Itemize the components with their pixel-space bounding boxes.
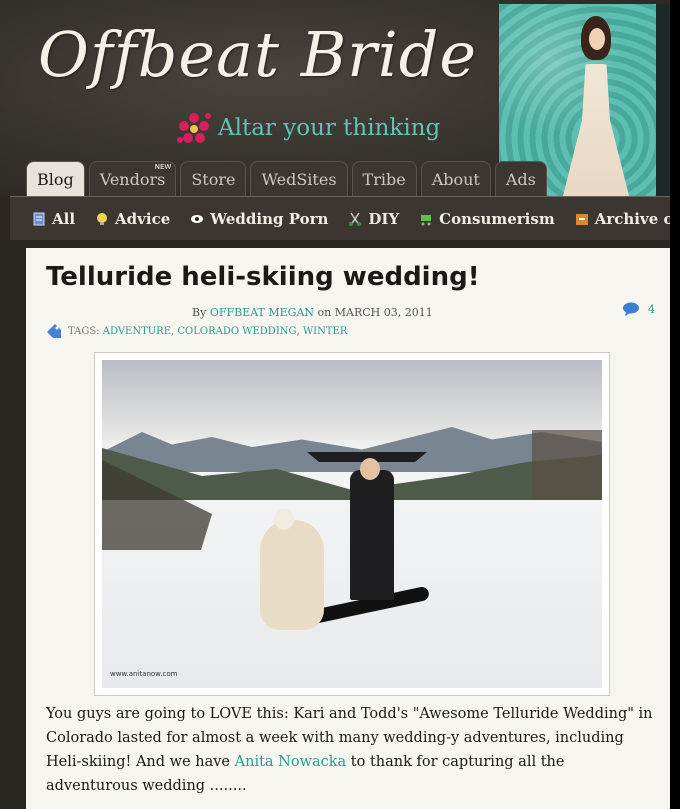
main-tabs: Blog Vendors NEW Store WedSites Tribe Abo… — [26, 161, 547, 196]
tab-label: Ads — [505, 169, 536, 189]
subnav-item-consumerism[interactable]: Consumerism — [419, 210, 555, 228]
lightbulb-icon — [97, 212, 108, 225]
tab-vendors[interactable]: Vendors NEW — [88, 161, 177, 196]
subnav-label: Wedding Porn — [210, 209, 329, 228]
eye-icon — [191, 214, 204, 223]
site-header: Offbeat Bride Altar your thinking Blog V… — [0, 0, 670, 196]
comment-count: 4 — [648, 302, 655, 316]
tab-label: Store — [191, 169, 236, 189]
author-link[interactable]: OFFBEAT MEGAN — [210, 306, 314, 319]
subnav-item-diy[interactable]: DIY — [348, 210, 399, 228]
photo-credit: www.anitanow.com — [110, 670, 178, 678]
tab-tribe[interactable]: Tribe — [351, 161, 417, 196]
post-date: on MARCH 03, 2011 — [317, 306, 433, 319]
tags-label: TAGS: — [68, 325, 100, 337]
archive-icon — [575, 213, 588, 225]
site-logo[interactable]: Offbeat Bride — [38, 18, 477, 91]
comments-link[interactable]: 4 — [622, 302, 655, 316]
tab-about[interactable]: About — [420, 161, 491, 196]
post-excerpt: You guys are going to LOVE this: Kari an… — [46, 702, 656, 798]
flower-icon — [177, 113, 211, 143]
tag-link[interactable]: COLORADO WEDDING — [177, 326, 296, 337]
subnav-item-wedding-porn[interactable]: Wedding Porn — [190, 210, 328, 228]
speech-bubble-icon — [623, 302, 639, 316]
byline-by: By — [192, 306, 207, 319]
cart-icon — [421, 214, 432, 225]
new-badge: NEW — [154, 163, 172, 171]
post-photo-frame: www.anitanow.com — [94, 352, 610, 696]
wedding-photo[interactable]: www.anitanow.com — [102, 360, 602, 688]
subnav-label: Archive of Awe — [594, 209, 670, 228]
tab-store[interactable]: Store — [180, 161, 247, 196]
tag-link[interactable]: WINTER — [303, 326, 347, 337]
subnav-label: All — [52, 209, 76, 228]
subnav-item-all[interactable]: All — [32, 210, 75, 228]
post-tags: TAGS: ADVENTURE, COLORADO WEDDING, WINTE… — [46, 324, 347, 338]
post-title[interactable]: Telluride heli-skiing wedding! — [46, 262, 480, 292]
tag-icon — [47, 324, 61, 338]
tab-label: Vendors — [99, 169, 166, 189]
subnav-label: Consumerism — [439, 209, 555, 228]
subnav-item-advice[interactable]: Advice — [95, 210, 170, 228]
scissors-icon — [349, 212, 362, 226]
tagline-group: Altar your thinking — [176, 110, 440, 146]
tag-link[interactable]: ADVENTURE — [103, 326, 171, 337]
tab-label: WedSites — [261, 169, 337, 189]
page-frame: Offbeat Bride Altar your thinking Blog V… — [0, 0, 670, 809]
category-nav: All Advice Wedding Porn DIY Consumerism … — [10, 196, 670, 240]
tab-label: About — [431, 169, 480, 189]
tab-ads[interactable]: Ads — [494, 161, 547, 196]
tab-label: Blog — [37, 169, 74, 189]
post-byline: By OFFBEAT MEGAN on MARCH 03, 2011 — [192, 306, 433, 319]
tab-label: Tribe — [362, 169, 406, 189]
subnav-item-archive[interactable]: Archive of Awe — [575, 210, 670, 228]
post-content: Telluride heli-skiing wedding! By OFFBEA… — [26, 248, 670, 809]
tab-wedsites[interactable]: WedSites — [250, 161, 348, 196]
document-icon — [33, 212, 45, 225]
subnav-label: DIY — [368, 209, 400, 228]
subnav-label: Advice — [115, 209, 171, 228]
photographer-link[interactable]: Anita Nowacka — [235, 754, 347, 770]
tab-blog[interactable]: Blog — [26, 161, 85, 196]
tagline: Altar your thinking — [218, 115, 441, 141]
